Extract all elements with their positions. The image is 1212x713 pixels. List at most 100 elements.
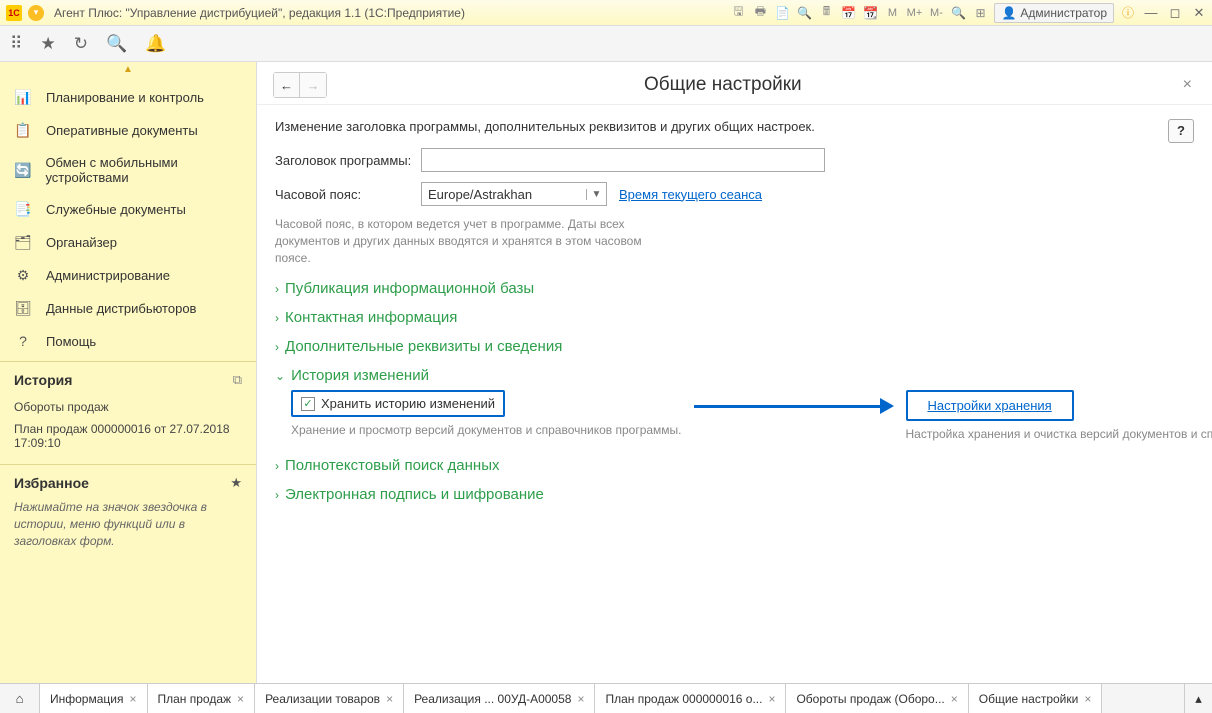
chevron-right-icon: › bbox=[275, 488, 279, 502]
user-badge[interactable]: 👤 Администратор bbox=[994, 3, 1114, 23]
sidebar-item-mobile-exchange[interactable]: 🔄Обмен с мобильными устройствами bbox=[0, 147, 256, 193]
program-title-input[interactable] bbox=[421, 148, 825, 172]
sidebar-collapse-arrow[interactable]: ▲ bbox=[0, 62, 256, 77]
session-time-link[interactable]: Время текущего сеанса bbox=[619, 187, 762, 202]
star-icon[interactable]: ★ bbox=[230, 475, 242, 491]
sidebar-item-organizer[interactable]: 🗂Органайзер bbox=[0, 226, 256, 259]
content-close-button[interactable]: × bbox=[1179, 76, 1196, 94]
calculator-icon[interactable]: 🖩 bbox=[818, 5, 834, 21]
program-title-label: Заголовок программы: bbox=[275, 153, 421, 168]
help-icon: ? bbox=[14, 333, 32, 349]
section-header[interactable]: ›Полнотекстовый поиск данных bbox=[275, 457, 1194, 474]
tab-close-icon[interactable]: × bbox=[129, 692, 136, 706]
section-header[interactable]: ›Публикация информационной базы bbox=[275, 280, 1194, 297]
sidebar-item-label: Данные дистрибьюторов bbox=[46, 301, 196, 316]
history-icon[interactable]: ↻ bbox=[74, 34, 88, 54]
tab-close-icon[interactable]: × bbox=[951, 692, 958, 706]
tab-realizations[interactable]: Реализации товаров× bbox=[255, 684, 404, 713]
sidebar-item-label: Помощь bbox=[46, 334, 96, 349]
close-button[interactable]: ✕ bbox=[1190, 4, 1208, 22]
chevron-down-icon: ⌄ bbox=[275, 369, 285, 383]
app-menu-dropdown[interactable] bbox=[28, 5, 44, 21]
section-body: ✓ Хранить историю изменений Хранение и п… bbox=[275, 384, 1194, 445]
page-title: Общие настройки bbox=[327, 74, 1119, 96]
section-additional-props: ›Дополнительные реквизиты и сведения bbox=[275, 332, 1194, 361]
history-expand-icon[interactable]: ⧉ bbox=[233, 372, 242, 388]
section-header[interactable]: ›Контактная информация bbox=[275, 309, 1194, 326]
section-header[interactable]: ›Электронная подпись и шифрование bbox=[275, 486, 1194, 503]
search-icon[interactable]: 🔍 bbox=[106, 34, 127, 54]
keep-history-checkbox-highlight: ✓ Хранить историю изменений bbox=[291, 390, 505, 417]
sidebar-item-operative-docs[interactable]: 📋Оперативные документы bbox=[0, 114, 256, 147]
sidebar-item-distributors[interactable]: 🗄Данные дистрибьюторов bbox=[0, 292, 256, 325]
memory-mminus-icon[interactable]: M- bbox=[928, 5, 944, 21]
sidebar-item-label: Обмен с мобильными устройствами bbox=[45, 155, 242, 185]
storage-settings-link[interactable]: Настройки хранения bbox=[928, 398, 1052, 413]
section-title: Контактная информация bbox=[285, 309, 457, 326]
tab-general-settings[interactable]: Общие настройки × bbox=[969, 684, 1103, 713]
section-title: Публикация информационной базы bbox=[285, 280, 534, 297]
compare-icon[interactable]: 🔍 bbox=[796, 5, 812, 21]
calendar31-icon[interactable]: 📆 bbox=[862, 5, 878, 21]
info-icon[interactable]: ⓘ bbox=[1120, 5, 1136, 21]
timezone-select[interactable]: Europe/Astrakhan ▼ bbox=[421, 182, 607, 206]
section-header[interactable]: ⌄История изменений bbox=[275, 367, 1194, 384]
history-link[interactable]: План продаж 000000016 от 27.07.2018 17:0… bbox=[14, 418, 242, 454]
maximize-button[interactable]: ◻ bbox=[1166, 4, 1184, 22]
storage-settings-highlight: Настройки хранения bbox=[906, 390, 1074, 421]
tab-close-icon[interactable]: × bbox=[1084, 692, 1091, 706]
bell-icon[interactable]: 🔔 bbox=[145, 34, 166, 54]
history-link[interactable]: Обороты продаж bbox=[14, 396, 242, 418]
tab-sales-plan[interactable]: План продаж × bbox=[148, 684, 256, 713]
page-description: Изменение заголовка программы, дополните… bbox=[275, 119, 1194, 134]
document-icon[interactable]: 📄 bbox=[774, 5, 790, 21]
history-title: История bbox=[14, 372, 72, 388]
section-contact-info: ›Контактная информация bbox=[275, 303, 1194, 332]
sidebar-item-admin[interactable]: ⚙Администрирование bbox=[0, 259, 256, 292]
zoom-in-icon[interactable]: 🔍 bbox=[950, 5, 966, 21]
memory-mplus-icon[interactable]: M+ bbox=[906, 5, 922, 21]
nav-forward-button[interactable]: → bbox=[300, 73, 326, 97]
apps-icon[interactable]: ⠿ bbox=[10, 34, 22, 54]
gear-icon: ⚙ bbox=[14, 267, 32, 284]
sidebar-item-label: Оперативные документы bbox=[46, 123, 198, 138]
tab-close-icon[interactable]: × bbox=[237, 692, 244, 706]
sidebar-favorites-section: Избранное ★ Нажимайте на значок звездочк… bbox=[0, 464, 256, 559]
save-icon[interactable]: 🖫 bbox=[730, 5, 746, 21]
tab-sales-plan-doc[interactable]: План продаж 000000016 о...× bbox=[595, 684, 786, 713]
favorites-title: Избранное bbox=[14, 475, 89, 491]
sidebar-item-help[interactable]: ? Помощь bbox=[0, 325, 256, 357]
sidebar-item-service-docs[interactable]: 📑Служебные документы bbox=[0, 193, 256, 226]
tab-close-icon[interactable]: × bbox=[768, 692, 775, 706]
tab-close-icon[interactable]: × bbox=[386, 692, 393, 706]
keep-history-checkbox[interactable]: ✓ bbox=[301, 397, 315, 411]
tabs-scroll-button[interactable]: ▴ bbox=[1184, 684, 1212, 713]
chevron-down-icon[interactable]: ▼ bbox=[586, 189, 606, 200]
tab-close-icon[interactable]: × bbox=[577, 692, 584, 706]
memory-m-icon[interactable]: M bbox=[884, 5, 900, 21]
content-header: ← → Общие настройки × bbox=[257, 62, 1212, 105]
tab-realization-doc[interactable]: Реализация ... 00УД-А00058× bbox=[404, 684, 595, 713]
calendar-icon[interactable]: 📅 bbox=[840, 5, 856, 21]
tab-sales-turnover[interactable]: Обороты продаж (Оборо...× bbox=[786, 684, 968, 713]
toggle-icon[interactable]: ⊞ bbox=[972, 5, 988, 21]
window-title: Агент Плюс: "Управление дистрибуцией", р… bbox=[48, 6, 730, 20]
star-icon[interactable]: ★ bbox=[40, 34, 55, 54]
help-button[interactable]: ? bbox=[1168, 119, 1194, 143]
timezone-row: Часовой пояс: Europe/Astrakhan ▼ Время т… bbox=[275, 182, 1194, 206]
content-panel: ← → Общие настройки × ? Изменение заголо… bbox=[257, 62, 1212, 683]
chevron-right-icon: › bbox=[275, 459, 279, 473]
tab-label: План продаж bbox=[158, 692, 232, 706]
tab-label: Общие настройки bbox=[979, 692, 1079, 706]
tab-information[interactable]: Информация× bbox=[40, 684, 148, 713]
sidebar-item-label: Органайзер bbox=[46, 235, 117, 250]
section-header[interactable]: ›Дополнительные реквизиты и сведения bbox=[275, 338, 1194, 355]
nav-back-button[interactable]: ← bbox=[274, 73, 300, 97]
sidebar-item-label: Служебные документы bbox=[46, 202, 186, 217]
sidebar-item-planning[interactable]: 📊Планирование и контроль bbox=[0, 81, 256, 114]
sidebar-item-label: Планирование и контроль bbox=[46, 90, 204, 105]
main-area: ▲ 📊Планирование и контроль 📋Оперативные … bbox=[0, 62, 1212, 683]
print-icon[interactable]: 🖶 bbox=[752, 5, 768, 21]
minimize-button[interactable]: — bbox=[1142, 4, 1160, 22]
home-tab[interactable]: ⌂ bbox=[0, 684, 40, 713]
